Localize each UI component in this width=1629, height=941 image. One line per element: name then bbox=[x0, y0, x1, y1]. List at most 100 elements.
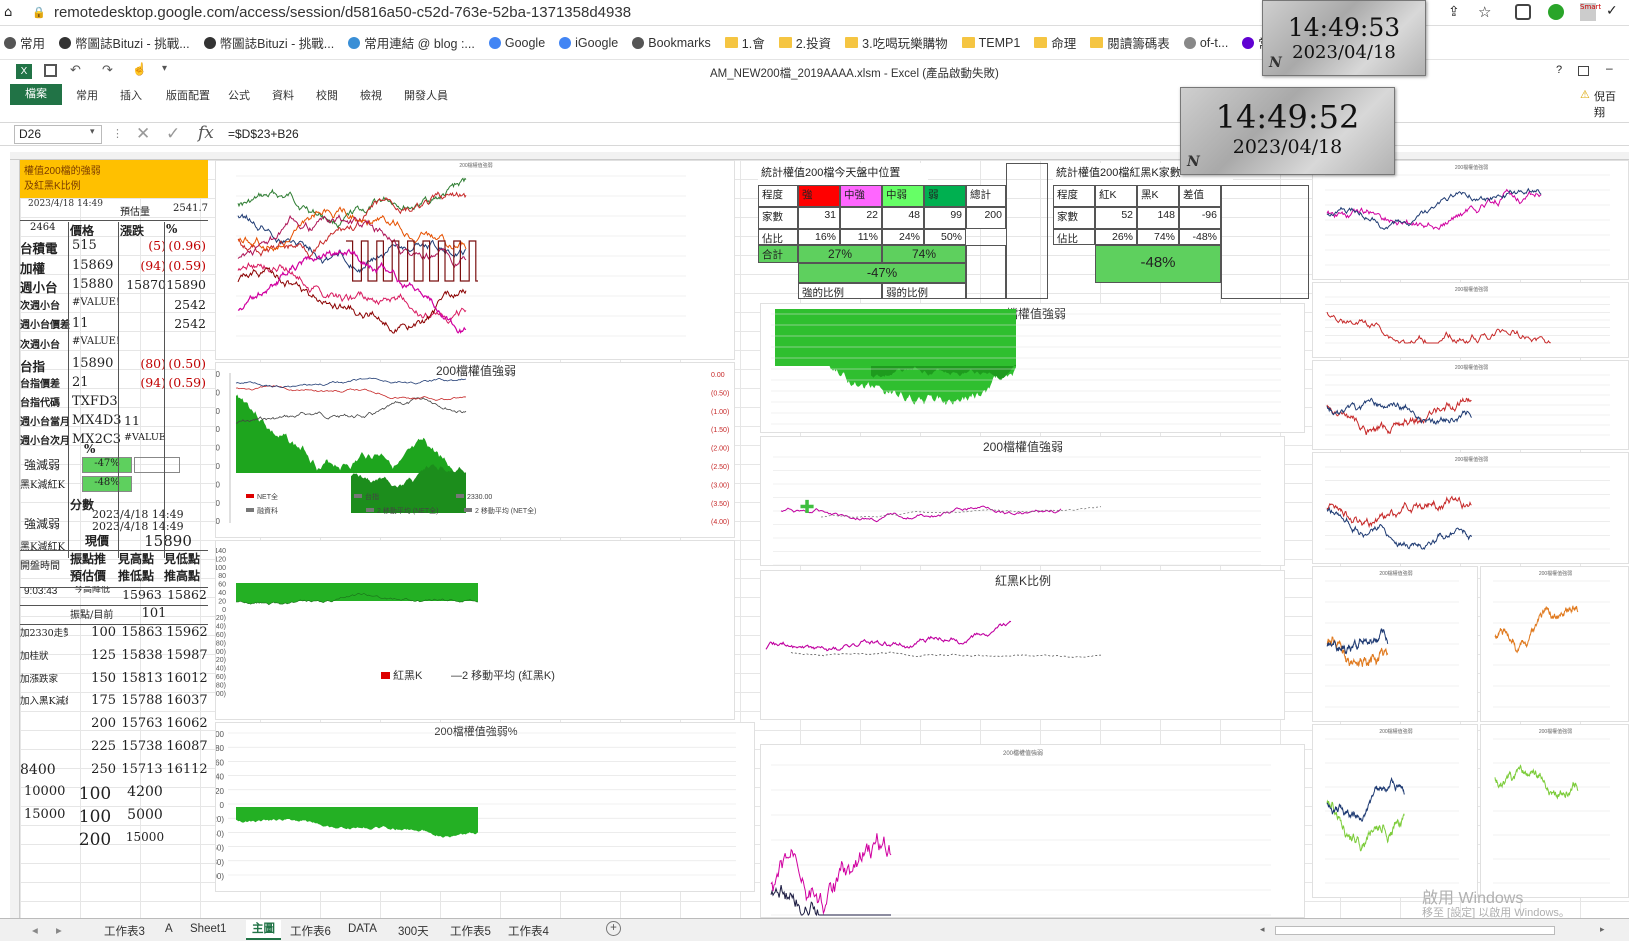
namebox-dropdown-icon[interactable]: ▾ bbox=[90, 127, 95, 137]
pct-label[interactable]: % bbox=[84, 442, 114, 456]
hscroll-left-icon[interactable]: ◂ bbox=[1260, 924, 1265, 935]
chart-strength-mid-right[interactable]: 200檔權值強弱 100 75 50 25 0 -25 -50 -75 -100 ✚ bbox=[760, 436, 1285, 566]
stat-net[interactable]: -48% bbox=[1095, 245, 1221, 283]
row-pct[interactable] bbox=[166, 413, 206, 431]
row-price[interactable]: 515 bbox=[72, 238, 122, 256]
stat-ratio[interactable]: 11% bbox=[840, 229, 882, 245]
rk-label[interactable]: 黑K減紅K bbox=[20, 538, 70, 554]
back-icon[interactable]: ⌂ bbox=[4, 5, 12, 20]
bookmark-item[interactable]: of-t... bbox=[1183, 36, 1228, 50]
row-name[interactable]: 台指價差 bbox=[20, 375, 70, 393]
grid-step[interactable]: 175 bbox=[72, 693, 116, 713]
stat-label[interactable]: 佔比 bbox=[1053, 229, 1095, 245]
bookmark-item[interactable]: 常用連結 @ blog :... bbox=[348, 33, 475, 52]
strength-label[interactable]: 強減弱 bbox=[24, 515, 72, 533]
open-label[interactable]: 開盤時間 bbox=[20, 557, 68, 573]
row-name[interactable]: 週小台價差 bbox=[20, 316, 70, 334]
header-cell[interactable]: 振點推預估價 bbox=[70, 551, 116, 587]
stat-count[interactable]: 99 bbox=[924, 207, 966, 229]
stat-label[interactable]: 合計 bbox=[758, 245, 798, 263]
stat-header[interactable]: 中弱 bbox=[882, 185, 924, 207]
est-value[interactable]: 2541.7 bbox=[162, 203, 208, 217]
hscroll-right-icon[interactable]: ▸ bbox=[1600, 924, 1605, 935]
col-header[interactable]: 價格 bbox=[70, 222, 116, 236]
col-header[interactable]: % bbox=[166, 222, 206, 236]
stat-header[interactable]: 強 bbox=[798, 185, 840, 207]
row-pct[interactable]: (0.50) bbox=[166, 356, 206, 374]
small-chart-8[interactable]: 200檔權值強弱 bbox=[1480, 724, 1629, 898]
stat-sum[interactable]: 27% bbox=[798, 245, 882, 263]
bottom-cell[interactable]: 15000 bbox=[118, 830, 172, 852]
stat-header[interactable]: 總計 bbox=[966, 185, 1006, 207]
grid-high[interactable]: 16037 bbox=[166, 693, 208, 713]
row-price[interactable]: #VALUE! bbox=[72, 297, 122, 315]
grid-low[interactable]: 15838 bbox=[120, 648, 164, 668]
bookmark-item[interactable]: 3.吃喝玩樂購物 bbox=[845, 33, 948, 52]
chart-strength-pct[interactable]: 200檔權值強弱% 100 80 60 40 20 0 (20) (40) (60) (80) (10… bbox=[215, 722, 755, 892]
row-change[interactable] bbox=[124, 297, 166, 315]
prev-sheet-icon[interactable]: ◂ bbox=[32, 923, 38, 937]
stat-ratio[interactable]: 74% bbox=[1137, 229, 1179, 245]
sheet-tab[interactable]: 工作表4 bbox=[508, 923, 549, 939]
stat-count[interactable]: 48 bbox=[882, 207, 924, 229]
ribbon-tab[interactable]: 檢視 bbox=[360, 87, 382, 103]
small-chart-5[interactable]: 200檔權值強弱 bbox=[1312, 566, 1478, 722]
bookmark-item[interactable]: 2.投資 bbox=[778, 33, 831, 52]
insert-function-icon[interactable]: fx bbox=[198, 123, 214, 143]
grid-label[interactable] bbox=[20, 716, 68, 736]
stat-header[interactable]: 紅K bbox=[1095, 185, 1137, 207]
sheet-tab[interactable]: 工作表6 bbox=[290, 923, 331, 939]
row-change[interactable] bbox=[124, 316, 166, 334]
row-change[interactable] bbox=[124, 336, 166, 354]
count-cell[interactable]: 2464 bbox=[30, 222, 70, 236]
grid-low[interactable]: 15813 bbox=[120, 671, 164, 691]
stat-header[interactable]: 差值 bbox=[1179, 185, 1221, 207]
grid-step[interactable]: 100 bbox=[72, 625, 116, 645]
undo-icon[interactable]: ↶ bbox=[70, 62, 81, 78]
qat-dropdown-icon[interactable]: ▾ bbox=[162, 63, 167, 74]
grid-label[interactable]: 加2330走勢 bbox=[20, 625, 68, 645]
stat-ratio[interactable]: -48% bbox=[1179, 229, 1221, 245]
stat-count[interactable]: 200 bbox=[966, 207, 1006, 229]
sheet-tab[interactable]: 工作表5 bbox=[450, 923, 491, 939]
grid-label[interactable]: 8400 bbox=[20, 762, 68, 782]
row-name[interactable]: 台指代碼 bbox=[20, 394, 70, 412]
row-change[interactable]: #VALUE! bbox=[124, 432, 166, 450]
bookmark-item[interactable]: 幣圖誌Bituzi - 挑戰... bbox=[59, 33, 190, 52]
chart-redblack-ratio[interactable]: 紅黑K比例 0 -25 -50 -75 -100 -125 -150 bbox=[760, 570, 1285, 720]
row-name[interactable]: 週小台 bbox=[20, 277, 70, 295]
bottom-cell[interactable]: 100 bbox=[74, 784, 116, 806]
stat-sum[interactable]: 74% bbox=[882, 245, 966, 263]
bottom-cell[interactable]: 200 bbox=[74, 830, 116, 852]
small-chart-4[interactable]: 200檔權值強弱 bbox=[1312, 452, 1629, 564]
grid-step[interactable]: 150 bbox=[72, 671, 116, 691]
row-name[interactable]: 加權 bbox=[20, 258, 70, 276]
empty-box[interactable] bbox=[134, 457, 180, 473]
row-pct[interactable] bbox=[166, 432, 206, 450]
save-icon[interactable] bbox=[44, 64, 57, 77]
check-icon[interactable]: ✓ bbox=[1606, 3, 1618, 19]
sheet-tab[interactable]: DATA bbox=[348, 923, 377, 935]
bookmark-item[interactable]: 幣圖誌Bituzi - 挑戰... bbox=[203, 33, 334, 52]
cancel-icon[interactable]: ✕ bbox=[136, 124, 150, 144]
grid-step[interactable]: 125 bbox=[72, 648, 116, 668]
ribbon-tab[interactable]: 校閱 bbox=[316, 87, 338, 103]
next-sheet-icon[interactable]: ▸ bbox=[56, 923, 62, 937]
row-pct[interactable] bbox=[166, 336, 206, 354]
today-label[interactable]: 今高降低 bbox=[74, 586, 118, 600]
ribbon-tab[interactable]: 插入 bbox=[120, 87, 142, 103]
stat-label[interactable]: 家數 bbox=[758, 207, 798, 229]
est-label[interactable]: 預估量 bbox=[120, 203, 160, 217]
small-chart-3[interactable]: 200檔權值強弱 bbox=[1312, 360, 1629, 450]
row-change[interactable]: (94) bbox=[124, 375, 166, 393]
smart-icon[interactable]: Smart bbox=[1580, 3, 1601, 21]
grid-step[interactable]: 225 bbox=[72, 739, 116, 759]
strength-value[interactable]: -47% bbox=[82, 457, 132, 473]
row-pct[interactable]: (0.96) bbox=[166, 238, 206, 256]
stat-net[interactable]: -47% bbox=[798, 263, 966, 283]
hscroll-bar[interactable] bbox=[1275, 926, 1555, 935]
stat-count[interactable]: 52 bbox=[1095, 207, 1137, 229]
now-label[interactable]: 現價 bbox=[72, 532, 122, 550]
stat-ratio[interactable]: 26% bbox=[1095, 229, 1137, 245]
stat-header[interactable]: 程度 bbox=[1053, 185, 1095, 207]
